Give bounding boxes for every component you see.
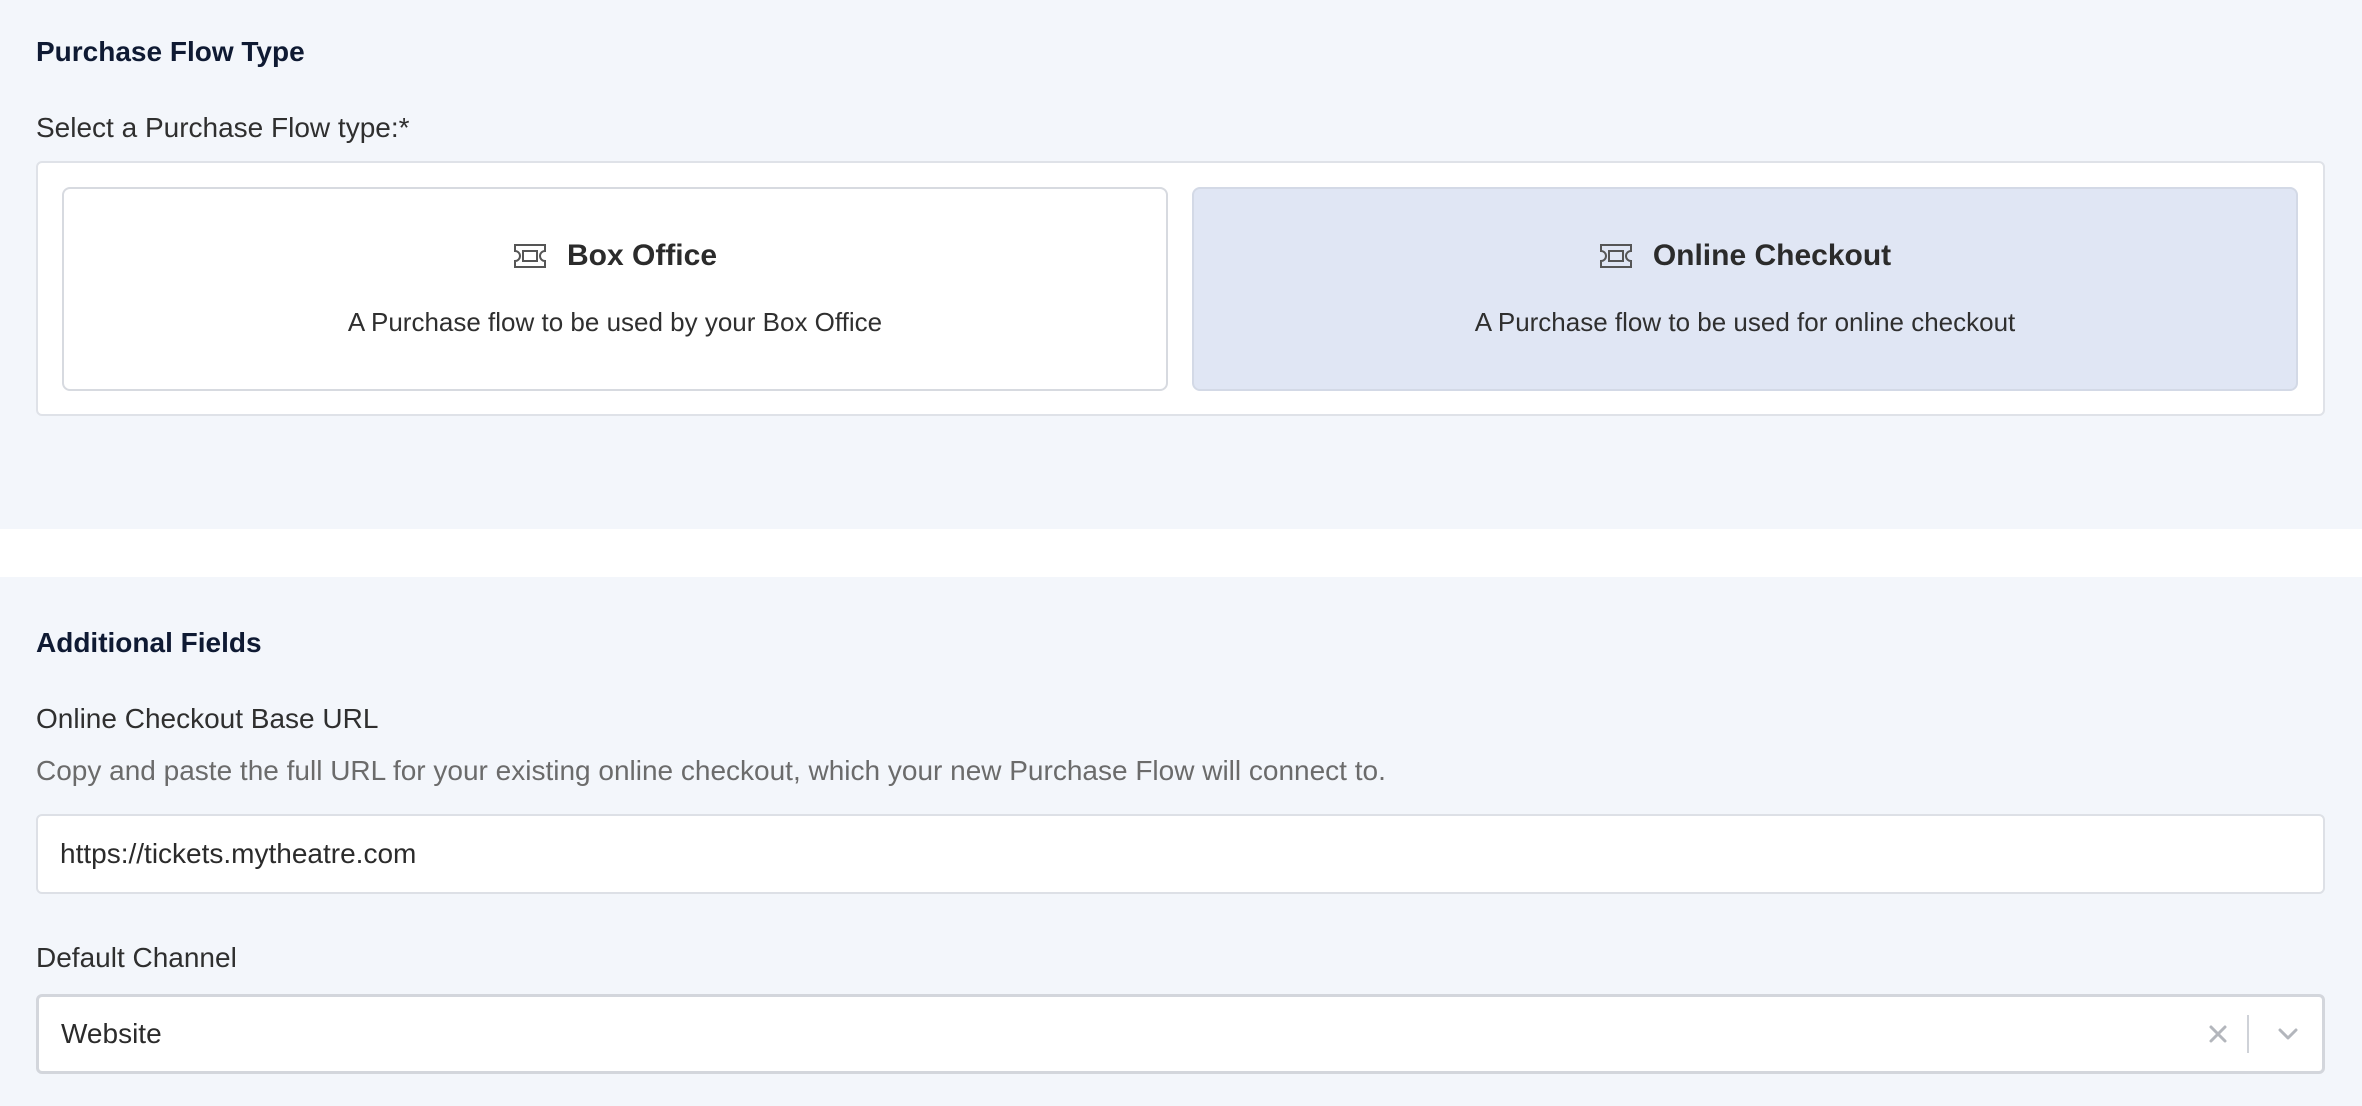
option-card-online-checkout[interactable]: Online Checkout A Purchase flow to be us… [1192, 187, 2298, 391]
option-card-header: Box Office [64, 239, 1166, 273]
option-card-box-office[interactable]: Box Office A Purchase flow to be used by… [62, 187, 1168, 391]
purchase-flow-options: Box Office A Purchase flow to be used by… [36, 161, 2325, 416]
default-channel-label: Default Channel [36, 942, 237, 973]
option-description-box-office: A Purchase flow to be used by your Box O… [347, 307, 883, 337]
option-description-online-checkout: A Purchase flow to be used for online ch… [1474, 307, 2016, 337]
base-url-help: Copy and paste the full URL for your exi… [36, 755, 1386, 786]
additional-fields-title: Additional Fields [36, 627, 262, 658]
purchase-flow-select-label: Select a Purchase Flow type:* [36, 112, 410, 143]
ticket-icon [1599, 244, 1632, 268]
default-channel-value: Website [61, 1018, 162, 1049]
option-card-header: Online Checkout [1194, 239, 2296, 273]
additional-fields-section: Additional Fields Online Checkout Base U… [0, 577, 2362, 1106]
option-title-online-checkout: Online Checkout [1652, 239, 1892, 272]
ticket-icon [513, 244, 546, 268]
purchase-flow-section: Purchase Flow Type Select a Purchase Flo… [0, 0, 2362, 529]
default-channel-select[interactable]: Website [36, 994, 2325, 1074]
purchase-flow-title: Purchase Flow Type [36, 36, 305, 67]
option-title-box-office: Box Office [566, 239, 718, 272]
close-icon[interactable] [2202, 1018, 2234, 1050]
base-url-input[interactable] [36, 814, 2325, 894]
chevron-down-icon[interactable] [2272, 1018, 2304, 1050]
select-separator [2247, 1015, 2249, 1053]
base-url-label: Online Checkout Base URL [36, 703, 379, 734]
